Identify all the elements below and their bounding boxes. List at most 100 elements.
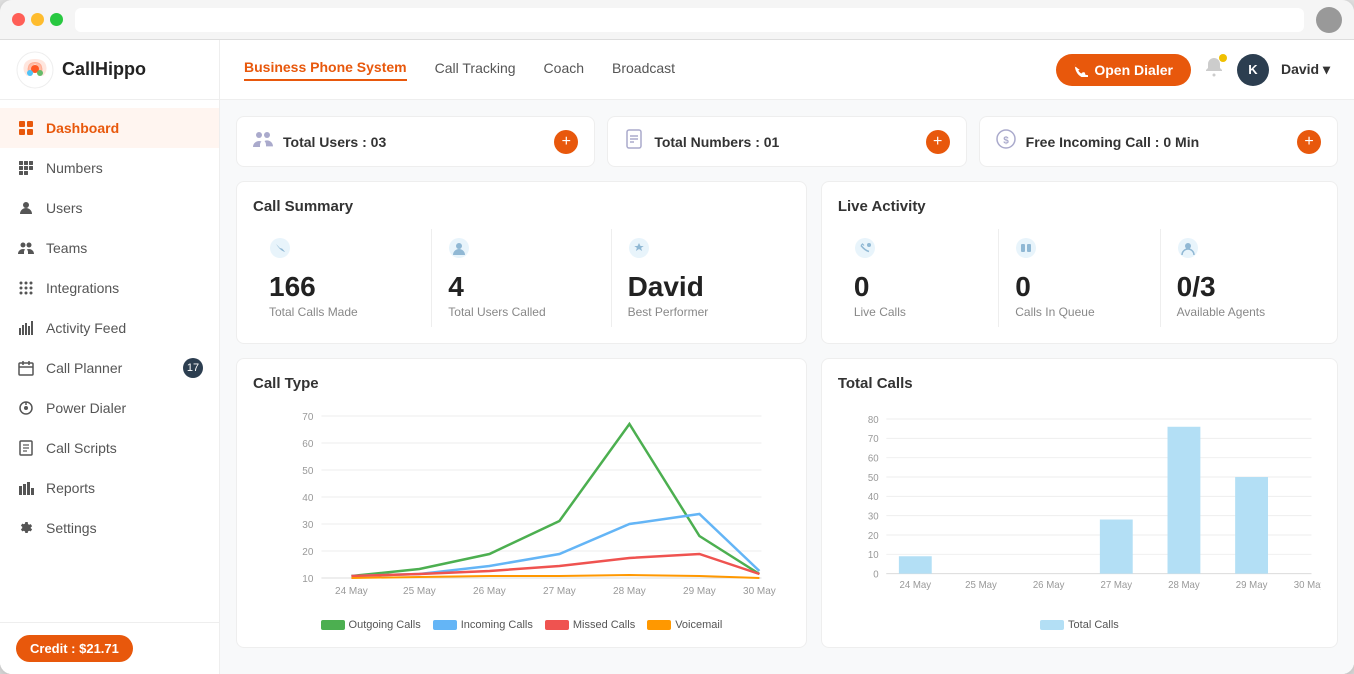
maximize-dot[interactable]	[50, 13, 63, 26]
calls-in-queue-label: Calls In Queue	[1015, 305, 1143, 319]
credit-button[interactable]: Credit : $21.71	[16, 635, 133, 662]
sidebar-item-reports[interactable]: Reports	[0, 468, 219, 508]
sidebar-label-call-scripts: Call Scripts	[46, 440, 117, 456]
sidebar-item-dashboard[interactable]: Dashboard	[0, 108, 219, 148]
add-free-incoming-button[interactable]: +	[1297, 130, 1321, 154]
charts-row: Call Type	[236, 358, 1338, 648]
content-area: Total Users : 03 + Total Numbers : 01	[220, 100, 1354, 674]
sidebar-label-numbers: Numbers	[46, 160, 103, 176]
total-calls-title: Total Calls	[838, 375, 1321, 392]
svg-text:26 May: 26 May	[1033, 580, 1065, 591]
legend-incoming-label: Incoming Calls	[461, 619, 533, 631]
close-dot[interactable]	[12, 13, 25, 26]
available-agents-num: 0/3	[1177, 271, 1305, 303]
users-stat-icon	[253, 129, 273, 154]
live-calls-num: 0	[854, 271, 982, 303]
open-dialer-button[interactable]: Open Dialer	[1056, 54, 1191, 86]
stat-info-users: Total Users : 03	[253, 129, 386, 154]
legend-total-calls: Total Calls	[1040, 619, 1119, 631]
best-performer-num: David	[628, 271, 774, 303]
sidebar-item-activity-feed[interactable]: Activity Feed	[0, 308, 219, 348]
stat-text-numbers: Total Numbers : 01	[654, 134, 779, 150]
sidebar-item-integrations[interactable]: Integrations	[0, 268, 219, 308]
call-type-legend: Outgoing Calls Incoming Calls Missed Cal…	[253, 619, 790, 631]
legend-voicemail-label: Voicemail	[675, 619, 722, 631]
bar-28-may	[1167, 427, 1200, 574]
call-summary-card: Call Summary 166 Total Calls Made	[236, 181, 807, 344]
svg-text:50: 50	[868, 473, 879, 484]
live-calls-icon	[854, 237, 982, 265]
topnav-link-call-tracking[interactable]: Call Tracking	[435, 60, 516, 80]
topnav-link-coach[interactable]: Coach	[544, 60, 584, 80]
total-users-called-num: 4	[448, 271, 594, 303]
stat-text-users: Total Users : 03	[283, 134, 386, 150]
svg-text:30: 30	[868, 512, 879, 523]
add-number-button[interactable]: +	[926, 130, 950, 154]
call-scripts-icon	[16, 438, 36, 458]
svg-text:20: 20	[302, 547, 314, 558]
gear-icon	[16, 518, 36, 538]
svg-text:24 May: 24 May	[335, 586, 368, 597]
call-type-chart-card: Call Type	[236, 358, 807, 648]
app-window: CallHippo Dashboard Numbers	[0, 0, 1354, 674]
stat-card-users: Total Users : 03 +	[236, 116, 595, 167]
topnav-link-bps[interactable]: Business Phone System	[244, 59, 407, 81]
summary-stats: 166 Total Calls Made 4 Total Users Calle…	[253, 229, 790, 327]
live-activity-title: Live Activity	[838, 198, 1321, 215]
stat-total-calls-made: 166 Total Calls Made	[253, 229, 432, 327]
sidebar-footer: Credit : $21.71	[0, 622, 219, 674]
total-users-called-label: Total Users Called	[448, 305, 594, 319]
sidebar-item-numbers[interactable]: Numbers	[0, 148, 219, 188]
svg-text:60: 60	[868, 454, 879, 465]
call-planner-badge: 17	[183, 358, 203, 378]
svg-text:29 May: 29 May	[1236, 580, 1268, 591]
svg-text:30 May: 30 May	[1294, 580, 1321, 591]
total-calls-made-num: 166	[269, 271, 415, 303]
sidebar-label-reports: Reports	[46, 480, 95, 496]
numbers-stat-icon	[624, 129, 644, 154]
dashboard-icon	[16, 118, 36, 138]
notification-bell[interactable]	[1203, 56, 1225, 83]
svg-text:80: 80	[868, 415, 879, 426]
titlebar	[0, 0, 1354, 40]
sidebar-item-call-planner[interactable]: Call Planner 17	[0, 348, 219, 388]
stat-live-calls: 0 Live Calls	[838, 229, 999, 327]
svg-text:70: 70	[302, 412, 314, 423]
sidebar-label-dashboard: Dashboard	[46, 120, 119, 136]
svg-text:40: 40	[868, 492, 879, 503]
sidebar-item-teams[interactable]: Teams	[0, 228, 219, 268]
legend-total-calls-label: Total Calls	[1068, 619, 1119, 631]
available-agents-label: Available Agents	[1177, 305, 1305, 319]
svg-text:26 May: 26 May	[473, 586, 506, 597]
url-bar[interactable]	[75, 8, 1304, 32]
topnav-link-broadcast[interactable]: Broadcast	[612, 60, 675, 80]
total-calls-chart-container: 80 70 60 50 40 30 20 10 0	[838, 406, 1321, 611]
calls-in-queue-num: 0	[1015, 271, 1143, 303]
legend-missed: Missed Calls	[545, 619, 635, 631]
integrations-icon	[16, 278, 36, 298]
user-name-label[interactable]: David ▾	[1281, 61, 1330, 78]
minimize-dot[interactable]	[31, 13, 44, 26]
phone-stat-icon	[269, 237, 415, 265]
sidebar-label-activity-feed: Activity Feed	[46, 320, 126, 336]
add-user-button[interactable]: +	[554, 130, 578, 154]
sidebar-item-settings[interactable]: Settings	[0, 508, 219, 548]
teams-icon	[16, 238, 36, 258]
legend-missed-label: Missed Calls	[573, 619, 635, 631]
svg-text:30 May: 30 May	[743, 586, 776, 597]
sidebar-item-users[interactable]: Users	[0, 188, 219, 228]
live-stats: 0 Live Calls 0 Calls In Queue	[838, 229, 1321, 327]
queue-icon	[1015, 237, 1143, 265]
sidebar-label-teams: Teams	[46, 240, 87, 256]
call-type-chart-container: 70 60 50 40 30 20 10	[253, 406, 790, 611]
window-controls	[12, 13, 63, 26]
legend-outgoing-color	[321, 620, 345, 630]
sidebar-label-settings: Settings	[46, 520, 97, 536]
open-dialer-label: Open Dialer	[1094, 62, 1173, 78]
file-icon	[624, 129, 644, 149]
stat-total-users-called: 4 Total Users Called	[432, 229, 611, 327]
sidebar-item-power-dialer[interactable]: Power Dialer	[0, 388, 219, 428]
total-calls-chart-card: Total Calls	[821, 358, 1338, 648]
sidebar-item-call-scripts[interactable]: Call Scripts	[0, 428, 219, 468]
phone-icon	[1074, 63, 1088, 77]
